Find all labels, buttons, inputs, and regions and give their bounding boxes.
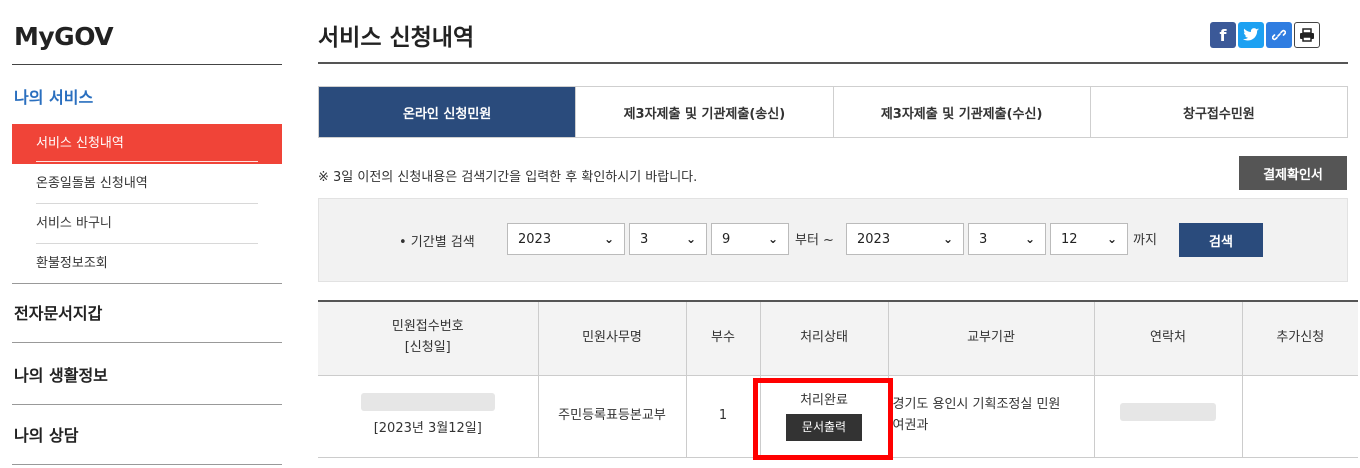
to-year-select[interactable]: 2023 ⌄ xyxy=(846,223,964,255)
to-suffix: 까지 xyxy=(1133,233,1157,248)
redacted-receipt-number xyxy=(360,392,495,411)
print-icon[interactable] xyxy=(1294,22,1320,48)
facebook-icon[interactable]: f xyxy=(1210,22,1236,48)
agency-line-1: 경기도 용인시 기획조정실 민원 xyxy=(892,397,1061,413)
agency-line-2: 여권과 xyxy=(892,418,929,433)
from-year-select[interactable]: 2023 ⌄ xyxy=(507,223,625,255)
table-row: [2023년 3월12일] 주민등록표등본교부 1 처리완료 문서출력 경기도 … xyxy=(318,375,1358,460)
sidebar-item-allday-care[interactable]: 온종일돌봄 신청내역 xyxy=(12,164,282,204)
sidebar-item-label: 서비스 신청내역 xyxy=(36,136,124,151)
col-header-service-name: 민원사무명 xyxy=(538,300,687,376)
tab-counter-application[interactable]: 창구접수민원 xyxy=(1091,87,1347,137)
col-header-agency: 교부기관 xyxy=(888,300,1095,376)
chevron-down-icon: ⌄ xyxy=(942,232,953,246)
to-month-select[interactable]: 3 ⌄ xyxy=(968,223,1046,255)
divider xyxy=(12,64,282,65)
from-month-select[interactable]: 3 ⌄ xyxy=(629,223,707,255)
chevron-down-icon: ⌄ xyxy=(603,232,614,246)
share-toolbar: f xyxy=(1210,22,1320,48)
status-text: 처리완료 xyxy=(800,393,848,408)
tab-bar: 온라인 신청민원 제3자제출 및 기관제출(송신) 제3자제출 및 기관제출(수… xyxy=(318,86,1348,138)
tab-third-party-sent[interactable]: 제3자제출 및 기관제출(송신) xyxy=(576,87,834,137)
sidebar-item-label: 환불정보조회 xyxy=(36,256,108,271)
chevron-down-icon: ⌄ xyxy=(767,232,778,246)
to-month-value: 3 xyxy=(979,231,988,247)
page-title: 서비스 신청내역 xyxy=(318,25,475,51)
my-services-heading[interactable]: 나의 서비스 xyxy=(14,84,93,108)
from-day-value: 9 xyxy=(722,231,731,247)
receipt-number-cell: [2023년 3월12일] xyxy=(318,375,539,458)
status-cell: 처리완료 문서출력 xyxy=(752,375,893,460)
chevron-down-icon: ⌄ xyxy=(1024,232,1035,246)
redacted-contact xyxy=(1120,403,1216,422)
sidebar-item-service-basket[interactable]: 서비스 바구니 xyxy=(12,204,282,244)
sidebar-section-consultation[interactable]: 나의 상담 xyxy=(14,422,78,446)
sidebar-section-e-wallet[interactable]: 전자문서지갑 xyxy=(14,300,102,324)
agency-cell: 경기도 용인시 기획조정실 민원 여권과 xyxy=(888,375,1095,458)
col-header-status: 처리상태 xyxy=(760,300,889,376)
application-table: 민원접수번호 [신청일] 민원사무명 부수 처리상태 교부기관 연락처 추가신청 … xyxy=(318,300,1358,460)
divider xyxy=(12,464,282,465)
divider xyxy=(12,342,282,343)
sidebar-item-label: 서비스 바구니 xyxy=(36,216,112,231)
divider xyxy=(12,404,282,405)
service-name-cell[interactable]: 주민등록표등본교부 xyxy=(538,375,687,458)
chevron-down-icon: ⌄ xyxy=(1106,232,1117,246)
from-month-value: 3 xyxy=(640,231,649,247)
contact-cell xyxy=(1094,375,1243,458)
to-day-value: 12 xyxy=(1061,231,1078,247)
copies-cell: 1 xyxy=(686,375,761,458)
sidebar-item-service-history[interactable]: 서비스 신청내역 xyxy=(12,124,282,164)
search-button[interactable]: 검색 xyxy=(1179,223,1263,257)
period-search-label: • 기간별 검색 xyxy=(399,235,475,250)
from-suffix: 부터 ~ xyxy=(795,233,834,248)
table-header-row: 민원접수번호 [신청일] 민원사무명 부수 처리상태 교부기관 연락처 추가신청 xyxy=(318,300,1358,376)
tab-third-party-received[interactable]: 제3자제출 및 기관제출(수신) xyxy=(834,87,1091,137)
chevron-down-icon: ⌄ xyxy=(685,232,696,246)
print-document-button[interactable]: 문서출력 xyxy=(785,413,863,441)
col-header-copies: 부수 xyxy=(686,300,761,376)
sidebar-item-refund-info[interactable]: 환불정보조회 xyxy=(12,244,282,284)
divider xyxy=(12,283,282,284)
col-header-additional: 추가신청 xyxy=(1242,300,1358,376)
additional-request-cell xyxy=(1242,375,1358,458)
to-year-value: 2023 xyxy=(857,231,891,247)
from-day-select[interactable]: 9 ⌄ xyxy=(711,223,789,255)
twitter-icon[interactable] xyxy=(1238,22,1264,48)
col-header-receipt-no: 민원접수번호 [신청일] xyxy=(318,300,539,376)
col-header-contact: 연락처 xyxy=(1094,300,1243,376)
from-year-value: 2023 xyxy=(518,231,552,247)
sidebar-section-life-info[interactable]: 나의 생활정보 xyxy=(14,362,108,386)
sidebar-item-label: 온종일돌봄 신청내역 xyxy=(36,176,148,191)
brand-title[interactable]: MyGOV xyxy=(14,22,114,51)
application-date: [2023년 3월12일] xyxy=(373,420,482,436)
notice-text: ※ 3일 이전의 신청내용은 검색기간을 입력한 후 확인하시기 바랍니다. xyxy=(318,170,698,185)
sidebar-submenu: 서비스 신청내역 온종일돌봄 신청내역 서비스 바구니 환불정보조회 xyxy=(12,124,282,284)
divider xyxy=(318,62,1348,64)
link-icon[interactable] xyxy=(1266,22,1292,48)
payment-receipt-button[interactable]: 결제확인서 xyxy=(1239,156,1347,190)
search-panel: • 기간별 검색 2023 ⌄ 3 ⌄ 9 ⌄ 부터 ~ 2023 ⌄ 3 ⌄ 12 ⌄ 까… xyxy=(318,198,1348,282)
to-day-select[interactable]: 12 ⌄ xyxy=(1050,223,1128,255)
tab-online-application[interactable]: 온라인 신청민원 xyxy=(319,87,577,137)
